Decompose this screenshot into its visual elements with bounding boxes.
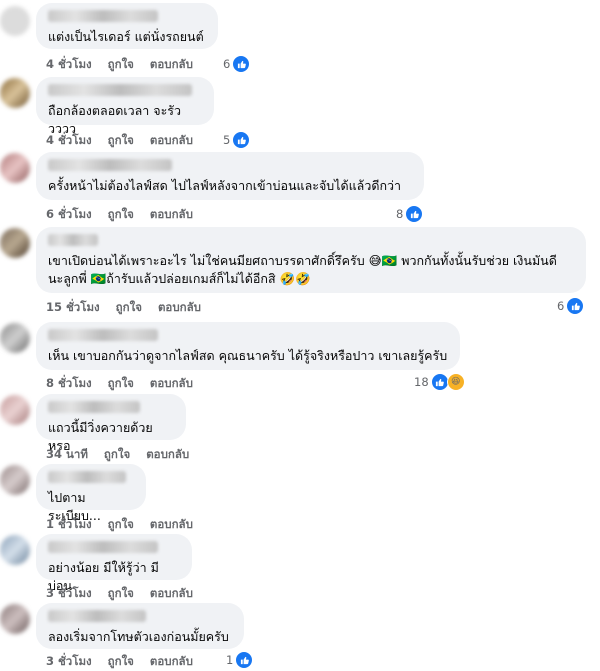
like-reaction-icon — [232, 131, 251, 149]
commenter-name-blurred[interactable] — [48, 471, 126, 483]
reaction-summary[interactable]: 6 — [557, 297, 585, 315]
comment-meta: 15 ชั่วโมง ถูกใจ ตอบกลับ — [46, 299, 217, 317]
reply-button[interactable]: ตอบกลับ — [146, 447, 189, 461]
comment-bubble: แถวนี้มีวิ่งควายด้วยหรอ — [36, 394, 186, 453]
like-button[interactable]: ถูกใจ — [108, 207, 134, 221]
reaction-count: 18 — [414, 375, 429, 389]
comment-meta: 3 ชั่วโมง ถูกใจ ตอบกลับ — [46, 653, 209, 671]
like-reaction-icon — [405, 205, 424, 223]
reaction-count: 8 — [396, 207, 404, 221]
reaction-summary[interactable]: 1 — [226, 651, 254, 669]
reply-button[interactable]: ตอบกลับ — [150, 376, 193, 390]
timestamp[interactable]: 4 ชั่วโมง — [46, 133, 92, 147]
reaction-summary[interactable]: 5 — [223, 131, 251, 149]
reaction-summary[interactable]: 18 😆 — [414, 373, 465, 391]
like-reaction-icon — [566, 297, 585, 315]
commenter-name-blurred[interactable] — [48, 401, 140, 413]
avatar[interactable] — [0, 6, 30, 36]
like-button[interactable]: ถูกใจ — [108, 654, 134, 668]
reply-button[interactable]: ตอบกลับ — [150, 207, 193, 221]
comment-text: เขาเปิดบ่อนได้เพราะอะไร ไม่ใช่คนมียศถาบร… — [48, 253, 557, 286]
like-button[interactable]: ถูกใจ — [108, 376, 134, 390]
comment-text: เห็น เขาบอกกันว่าดูจากไลฟ์สด คุณธนาครับ … — [48, 348, 448, 363]
timestamp[interactable]: 3 ชั่วโมง — [46, 586, 92, 600]
like-button[interactable]: ถูกใจ — [108, 517, 134, 531]
reaction-count: 1 — [226, 653, 234, 667]
avatar[interactable] — [0, 395, 30, 425]
avatar[interactable] — [0, 228, 30, 258]
timestamp[interactable]: 6 ชั่วโมง — [46, 207, 92, 221]
commenter-name-blurred[interactable] — [48, 84, 192, 96]
reply-button[interactable]: ตอบกลับ — [150, 586, 193, 600]
timestamp[interactable]: 15 ชั่วโมง — [46, 300, 100, 314]
reaction-summary[interactable]: 6 — [223, 55, 251, 73]
reaction-count: 6 — [223, 57, 231, 71]
like-button[interactable]: ถูกใจ — [116, 300, 142, 314]
reaction-summary[interactable]: 8 — [396, 205, 424, 223]
comment-meta: 4 ชั่วโมง ถูกใจ ตอบกลับ — [46, 56, 209, 74]
comment-meta: 1 ชั่วโมง ถูกใจ ตอบกลับ — [46, 516, 209, 534]
comment-meta: 34 นาที ถูกใจ ตอบกลับ — [46, 446, 205, 464]
comment-meta: 3 ชั่วโมง ถูกใจ ตอบกลับ — [46, 585, 209, 603]
like-button[interactable]: ถูกใจ — [104, 447, 130, 461]
commenter-name-blurred[interactable] — [48, 610, 146, 622]
comment-meta: 8 ชั่วโมง ถูกใจ ตอบกลับ — [46, 375, 209, 393]
avatar[interactable] — [0, 323, 30, 353]
avatar[interactable] — [0, 153, 30, 183]
comment-bubble: อย่างน้อย มีให้รู้ว่า มีบ่อน — [36, 534, 192, 593]
comment-bubble: ถือกล้องตลอดเวลา จะรัววววว — [36, 77, 214, 136]
comment-text: แต่งเป็นไรเดอร์ แต่นั่งรถยนต์ — [48, 29, 204, 44]
like-reaction-icon — [235, 651, 254, 669]
like-button[interactable]: ถูกใจ — [108, 133, 134, 147]
comment-bubble: ไปตามระเบียบ... — [36, 464, 146, 523]
reaction-count: 5 — [223, 133, 231, 147]
like-reaction-icon — [430, 373, 449, 391]
avatar[interactable] — [0, 535, 30, 565]
comment-meta: 4 ชั่วโมง ถูกใจ ตอบกลับ — [46, 132, 209, 150]
timestamp[interactable]: 3 ชั่วโมง — [46, 654, 92, 668]
commenter-name-blurred[interactable] — [48, 234, 98, 246]
commenter-name-blurred[interactable] — [48, 10, 158, 22]
reply-button[interactable]: ตอบกลับ — [150, 57, 193, 71]
reply-button[interactable]: ตอบกลับ — [150, 654, 193, 668]
reaction-count: 6 — [557, 299, 565, 313]
comment-bubble: ครั้งหน้าไม่ต้องไลฟ์สด ไปไลฟ์หลังจากเข้า… — [36, 152, 424, 200]
commenter-name-blurred[interactable] — [48, 329, 158, 341]
timestamp[interactable]: 1 ชั่วโมง — [46, 517, 92, 531]
reply-button[interactable]: ตอบกลับ — [158, 300, 201, 314]
like-button[interactable]: ถูกใจ — [108, 586, 134, 600]
reply-button[interactable]: ตอบกลับ — [150, 133, 193, 147]
avatar[interactable] — [0, 78, 30, 108]
timestamp[interactable]: 4 ชั่วโมง — [46, 57, 92, 71]
comment-bubble: ลองเริ่มจากโทษตัวเองก่อนมั้ยครับ — [36, 603, 244, 649]
comment-text: ลองเริ่มจากโทษตัวเองก่อนมั้ยครับ — [48, 629, 229, 644]
like-button[interactable]: ถูกใจ — [108, 57, 134, 71]
comment-bubble: เขาเปิดบ่อนได้เพราะอะไร ไม่ใช่คนมียศถาบร… — [36, 227, 586, 293]
avatar[interactable] — [0, 465, 30, 495]
comment-text: ครั้งหน้าไม่ต้องไลฟ์สด ไปไลฟ์หลังจากเข้า… — [48, 178, 402, 193]
timestamp[interactable]: 8 ชั่วโมง — [46, 376, 92, 390]
commenter-name-blurred[interactable] — [48, 159, 172, 171]
like-reaction-icon — [232, 55, 251, 73]
comment-meta: 6 ชั่วโมง ถูกใจ ตอบกลับ — [46, 206, 209, 224]
avatar[interactable] — [0, 604, 30, 634]
comment-bubble: แต่งเป็นไรเดอร์ แต่นั่งรถยนต์ — [36, 3, 218, 49]
timestamp[interactable]: 34 นาที — [46, 447, 88, 461]
comment-bubble: เห็น เขาบอกกันว่าดูจากไลฟ์สด คุณธนาครับ … — [36, 322, 460, 370]
haha-reaction-icon: 😆 — [446, 373, 465, 391]
reply-button[interactable]: ตอบกลับ — [150, 517, 193, 531]
commenter-name-blurred[interactable] — [48, 541, 158, 553]
